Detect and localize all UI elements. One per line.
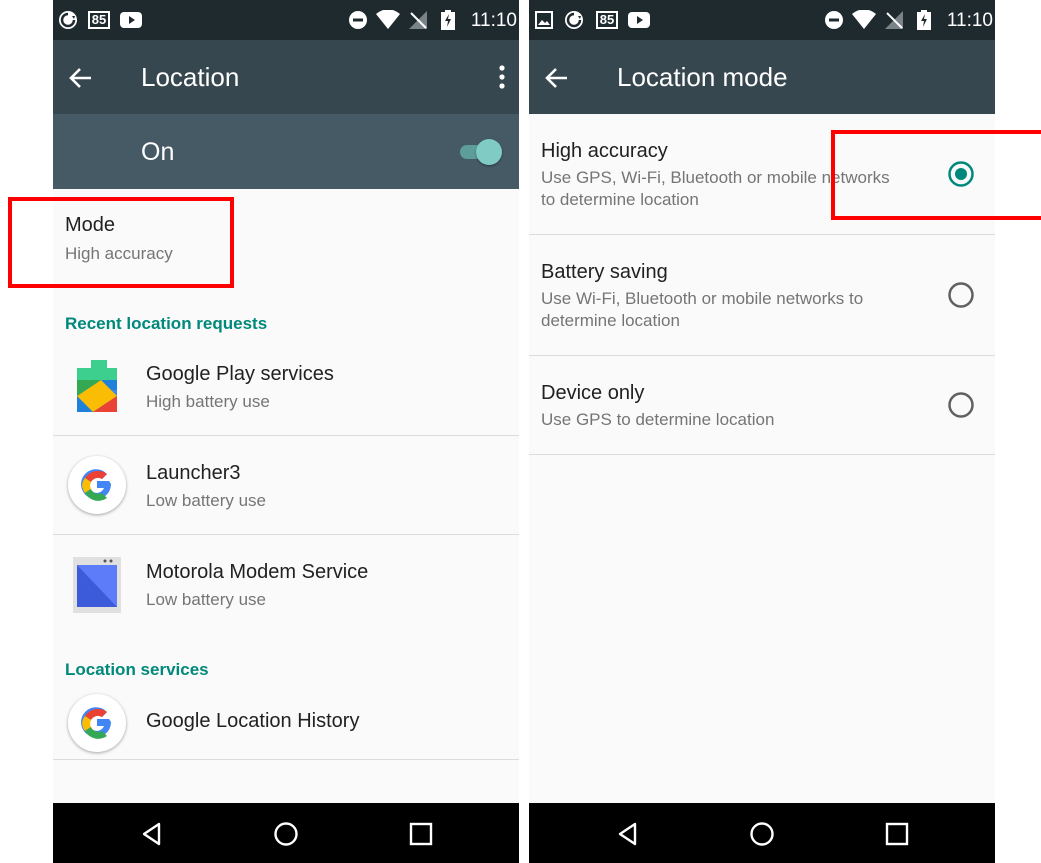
service-name: Google Location History [146,710,360,732]
list-item[interactable]: Google Play services High battery use [53,348,519,436]
home-nav-icon[interactable] [273,821,299,847]
badge-count: 85 [88,11,110,29]
mode-option-device-only[interactable]: Device only Use GPS to determine locatio… [529,356,995,454]
google-g-icon [68,456,126,514]
google-g-icon [68,694,126,752]
request-usage: High battery use [146,392,270,411]
clock: 11:10 [470,10,517,31]
image-notification-icon [533,10,555,30]
list-item[interactable]: Google Location History [53,688,519,760]
location-services-header: Location services [65,660,209,679]
radio-selected[interactable] [947,160,975,188]
recents-nav-icon[interactable] [408,821,434,847]
list-item[interactable]: Motorola Modem Service Low battery use [53,535,519,635]
status-bar: 85 11:10 [53,0,519,40]
badge-count: 85 [596,11,618,29]
wifi-icon [375,10,401,30]
divider [529,454,995,455]
youtube-icon [119,10,143,30]
option-description-line-1: Use Wi-Fi, Bluetooth or mobile networks … [541,289,864,308]
location-switch-bar[interactable]: On [53,114,519,189]
mode-value: High accuracy [65,244,173,263]
home-nav-icon[interactable] [749,821,775,847]
list-item[interactable]: Launcher3 Low battery use [53,436,519,535]
navigation-bar [53,803,519,863]
sync-icon [57,10,79,30]
back-arrow-icon[interactable] [543,64,571,92]
option-description-line-2: determine location [541,311,680,330]
page-title: Location mode [617,62,788,92]
switch-label: On [141,138,175,166]
back-nav-icon[interactable] [615,821,641,847]
location-mode-screen: 85 11:10 Location mode High accuracy Use… [529,0,995,863]
battery-charging-icon [439,10,457,30]
more-options-icon[interactable] [497,62,507,92]
request-app-name: Motorola Modem Service [146,561,369,583]
no-signal-icon [883,10,905,30]
status-bar: 85 11:10 [529,0,995,40]
radio-unselected[interactable] [947,281,975,309]
app-bar: Location [53,40,519,114]
back-nav-icon[interactable] [139,821,165,847]
sync-icon [563,10,585,30]
recents-nav-icon[interactable] [884,821,910,847]
navigation-bar [529,803,995,863]
do-not-disturb-icon [823,10,845,30]
mode-option-battery-saving[interactable]: Battery saving Use Wi-Fi, Bluetooth or m… [529,235,995,355]
recent-requests-header: Recent location requests [65,314,268,333]
request-app-name: Google Play services [146,363,334,385]
option-description-line-2: to determine location [541,190,699,209]
modem-service-icon [71,555,123,613]
request-app-name: Launcher3 [146,462,241,484]
request-usage: Low battery use [146,590,267,609]
app-bar: Location mode [529,40,995,114]
notification-badge: 85 [595,10,619,30]
location-settings-screen: 85 11:10 Location On Mode High accuracy … [53,0,519,863]
toggle-thumb [476,139,502,165]
mode-row[interactable]: Mode High accuracy [53,190,519,290]
do-not-disturb-icon [347,10,369,30]
page-title: Location [141,62,240,92]
battery-charging-icon [915,10,933,30]
mode-option-high-accuracy[interactable]: High accuracy Use GPS, Wi-Fi, Bluetooth … [529,114,995,234]
clock: 11:10 [946,10,993,31]
notification-badge: 85 [87,10,111,30]
option-title: High accuracy [541,140,668,162]
no-signal-icon [407,10,429,30]
wifi-icon [851,10,877,30]
divider [53,759,519,760]
request-usage: Low battery use [146,491,267,510]
mode-title: Mode [65,214,116,236]
option-title: Battery saving [541,261,668,283]
option-title: Device only [541,382,645,404]
location-toggle[interactable] [460,139,502,165]
back-arrow-icon[interactable] [67,64,95,92]
option-description-line-1: Use GPS to determine location [541,410,775,429]
radio-unselected[interactable] [947,391,975,419]
youtube-icon [627,10,651,30]
google-play-services-icon [73,356,125,412]
option-description-line-1: Use GPS, Wi-Fi, Bluetooth or mobile netw… [541,168,890,187]
